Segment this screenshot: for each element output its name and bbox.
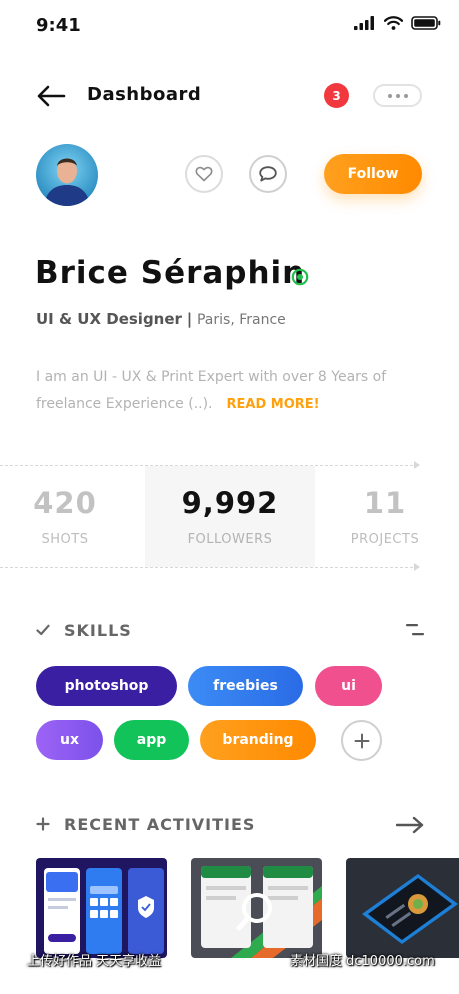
skill-chip-photoshop[interactable]: photoshop bbox=[36, 666, 177, 706]
avatar[interactable] bbox=[36, 144, 98, 206]
page-title: Dashboard bbox=[87, 84, 202, 105]
stat-label: SHOTS bbox=[41, 532, 89, 547]
status-time: 9:41 bbox=[36, 15, 81, 36]
skill-chip-branding[interactable]: branding bbox=[200, 720, 316, 760]
skill-chip-ui[interactable]: ui bbox=[315, 666, 382, 706]
back-button[interactable] bbox=[36, 83, 66, 109]
message-button[interactable] bbox=[249, 155, 287, 193]
stat-projects[interactable]: 11 PROJECTS bbox=[340, 466, 430, 567]
recent-activities-header: RECENT ACTIVITIES bbox=[36, 814, 424, 836]
profile-name: Brice Séraphin bbox=[35, 255, 306, 291]
activity-image bbox=[36, 858, 167, 958]
add-skill-button[interactable] bbox=[341, 720, 382, 761]
recent-activities-title: RECENT ACTIVITIES bbox=[64, 815, 256, 834]
stat-shots[interactable]: 420 SHOTS bbox=[20, 466, 110, 567]
profile-bio: I am an UI - UX & Print Expert with over… bbox=[36, 364, 436, 418]
divider bbox=[0, 567, 418, 568]
back-arrow-icon bbox=[37, 85, 66, 107]
skills-title: SKILLS bbox=[64, 621, 132, 640]
activity-thumbnail[interactable] bbox=[191, 858, 322, 958]
stat-value: 9,992 bbox=[181, 486, 279, 520]
watermark-left: 上传好作品 天天享收益 bbox=[27, 954, 162, 969]
skill-chip-freebies[interactable]: freebies bbox=[188, 666, 303, 706]
activity-thumbnail[interactable] bbox=[36, 858, 167, 958]
like-button[interactable] bbox=[185, 155, 223, 193]
signal-icon bbox=[354, 16, 374, 30]
watermark-right: 素材国度 dc10000.com bbox=[290, 954, 435, 969]
activity-thumbnail[interactable] bbox=[346, 858, 459, 958]
wifi-icon bbox=[384, 16, 403, 30]
status-bar: 9:41 bbox=[0, 0, 459, 50]
verified-icon bbox=[291, 268, 309, 286]
stat-value: 11 bbox=[363, 486, 407, 520]
more-options-button[interactable] bbox=[373, 84, 422, 107]
bio-text: I am an UI - UX & Print Expert with over… bbox=[36, 369, 387, 412]
activity-image bbox=[346, 858, 459, 958]
stat-label: FOLLOWERS bbox=[187, 532, 273, 547]
skill-chip-ux[interactable]: ux bbox=[36, 720, 103, 760]
divider-arrow bbox=[414, 563, 420, 571]
battery-icon bbox=[411, 16, 441, 30]
notification-badge[interactable]: 3 bbox=[324, 83, 349, 108]
avatar-image bbox=[36, 144, 98, 206]
heart-icon bbox=[195, 166, 213, 182]
stat-value: 420 bbox=[33, 486, 97, 520]
skills-header: SKILLS bbox=[36, 620, 424, 642]
read-more-link[interactable]: READ MORE! bbox=[227, 397, 320, 412]
stat-followers[interactable]: 9,992 FOLLOWERS bbox=[145, 466, 315, 567]
more-dots-icon bbox=[387, 93, 392, 98]
profile-role: UI & UX Designer bbox=[36, 310, 182, 328]
arrow-right-icon[interactable] bbox=[396, 816, 424, 834]
chat-bubble-icon bbox=[259, 166, 277, 182]
skill-chip-app[interactable]: app bbox=[114, 720, 189, 760]
header: Dashboard 3 bbox=[0, 78, 459, 114]
plus-icon bbox=[354, 733, 369, 748]
profile-location: Paris, France bbox=[196, 312, 286, 328]
plus-icon[interactable] bbox=[36, 817, 50, 831]
role-separator: | bbox=[186, 310, 193, 328]
stat-label: PROJECTS bbox=[350, 532, 420, 547]
stats-bar: 420 SHOTS 9,992 FOLLOWERS 11 PROJECTS bbox=[0, 461, 459, 571]
check-icon bbox=[36, 624, 50, 636]
filter-icon[interactable] bbox=[406, 623, 424, 637]
activity-image bbox=[191, 858, 322, 958]
role-line: UI & UX Designer | Paris, France bbox=[36, 310, 286, 328]
status-icons bbox=[354, 16, 441, 30]
follow-button[interactable]: Follow bbox=[324, 154, 422, 194]
